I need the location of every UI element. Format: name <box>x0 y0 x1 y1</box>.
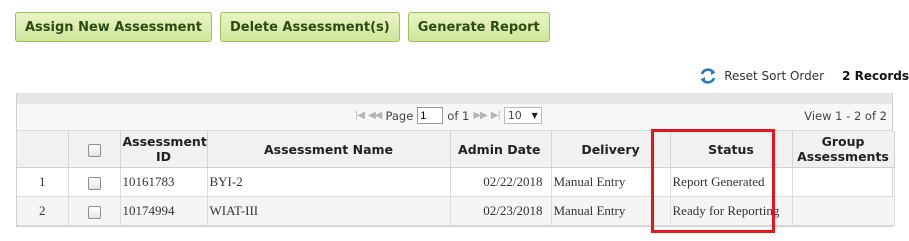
assessment-name-cell: BYI-2 <box>207 167 451 197</box>
last-page-icon[interactable]: ▶| <box>491 110 501 121</box>
page-of-label: of 1 <box>447 108 470 123</box>
group-assessments-cell <box>792 167 895 197</box>
pager-controls: |◀ ◀◀ Page of 1 ▶▶ ▶| 10 ▼ <box>355 107 542 124</box>
prev-page-icon[interactable]: ◀◀ <box>368 110 382 121</box>
delete-assessments-button[interactable]: Delete Assessment(s) <box>219 12 400 42</box>
first-page-icon[interactable]: |◀ <box>355 110 365 121</box>
toolbar: Assign New Assessment Delete Assessment(… <box>15 12 550 42</box>
status-cell: Ready for Reporting <box>670 196 793 226</box>
assessment-id-header[interactable]: Assessment ID <box>120 131 208 168</box>
assessment-name-cell: WIAT-III <box>207 196 451 226</box>
delivery-cell: Manual Entry <box>551 167 671 197</box>
assign-new-assessment-button[interactable]: Assign New Assessment <box>15 12 212 42</box>
row-number: 2 <box>17 196 69 226</box>
generate-report-button[interactable]: Generate Report <box>407 12 550 42</box>
refresh-icon[interactable] <box>698 66 718 86</box>
table-row[interactable]: 1 10161783 BYI-2 02/22/2018 Manual Entry… <box>17 167 895 197</box>
assessment-name-header[interactable]: Assessment Name <box>207 131 451 168</box>
group-assessments-cell <box>792 196 895 226</box>
reset-sort-order-link[interactable]: Reset Sort Order <box>724 69 824 83</box>
status-header[interactable]: Status <box>670 131 793 168</box>
view-range-info: View 1 - 2 of 2 <box>804 109 887 123</box>
page-size-value: 10 <box>507 109 522 122</box>
row-checkbox[interactable] <box>87 176 101 190</box>
caret-down-icon: ▼ <box>531 111 538 120</box>
row-select-cell <box>68 196 121 226</box>
row-number-header <box>17 131 69 168</box>
row-number: 1 <box>17 167 69 197</box>
assessment-id-cell: 10174994 <box>120 196 208 226</box>
page-number-input[interactable] <box>417 107 444 124</box>
assessment-id-cell: 10161783 <box>120 167 208 197</box>
assessment-grid: |◀ ◀◀ Page of 1 ▶▶ ▶| 10 ▼ View 1 - 2 of… <box>16 93 895 227</box>
row-select-cell <box>68 167 121 197</box>
page-label: Page <box>385 108 414 123</box>
page-size-select[interactable]: 10 ▼ <box>503 107 542 124</box>
grid-caption-bar <box>17 93 892 104</box>
table-header-row: Assessment ID Assessment Name Admin Date… <box>17 131 895 168</box>
pager: |◀ ◀◀ Page of 1 ▶▶ ▶| 10 ▼ View 1 - 2 of… <box>17 104 892 131</box>
record-count: 2 Records <box>842 69 909 83</box>
admin-date-cell: 02/22/2018 <box>450 167 552 197</box>
admin-date-cell: 02/23/2018 <box>450 196 552 226</box>
status-cell: Report Generated <box>670 167 793 197</box>
next-page-icon[interactable]: ▶▶ <box>473 110 487 121</box>
select-all-checkbox[interactable] <box>87 143 101 157</box>
admin-date-header[interactable]: Admin Date <box>450 131 552 168</box>
row-checkbox[interactable] <box>87 205 101 219</box>
group-assessments-header[interactable]: Group Assessments <box>792 131 895 168</box>
delivery-header[interactable]: Delivery <box>551 131 671 168</box>
delivery-cell: Manual Entry <box>551 196 671 226</box>
table-row[interactable]: 2 10174994 WIAT-III 02/23/2018 Manual En… <box>17 196 895 226</box>
select-all-header <box>68 131 121 168</box>
assessment-table: Assessment ID Assessment Name Admin Date… <box>17 131 895 226</box>
sort-bar: Reset Sort Order 2 Records <box>698 66 909 86</box>
